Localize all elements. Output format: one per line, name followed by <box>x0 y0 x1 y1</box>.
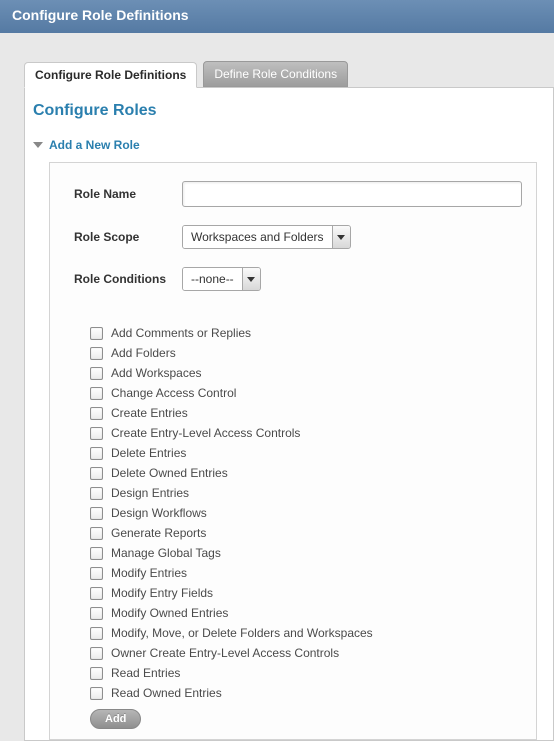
section-title: Configure Roles <box>33 102 537 120</box>
permission-label: Modify Entries <box>111 565 187 581</box>
permission-item: Add Comments or Replies <box>90 325 522 341</box>
page-header-title: Configure Role Definitions <box>12 7 189 23</box>
tab-configure-role-definitions[interactable]: Configure Role Definitions <box>24 62 197 88</box>
permission-checkbox[interactable] <box>90 507 103 520</box>
permission-label: Design Workflows <box>111 505 207 521</box>
permission-checkbox[interactable] <box>90 567 103 580</box>
permission-checkbox[interactable] <box>90 367 103 380</box>
tab-define-role-conditions[interactable]: Define Role Conditions <box>203 61 348 87</box>
row-role-scope: Role Scope Workspaces and Folders <box>74 225 522 249</box>
permission-label: Add Workspaces <box>111 365 202 381</box>
permission-item: Modify, Move, or Delete Folders and Work… <box>90 625 522 641</box>
permission-item: Add Workspaces <box>90 365 522 381</box>
permission-checkbox[interactable] <box>90 467 103 480</box>
permission-label: Add Comments or Replies <box>111 325 251 341</box>
accordion-label: Add a New Role <box>49 138 140 152</box>
permission-item: Add Folders <box>90 345 522 361</box>
permission-label: Owner Create Entry-Level Access Controls <box>111 645 339 661</box>
row-role-conditions: Role Conditions --none-- <box>74 267 522 291</box>
content-area: Configure Role Definitions Define Role C… <box>0 33 554 741</box>
permission-item: Modify Entries <box>90 565 522 581</box>
permission-checkbox[interactable] <box>90 687 103 700</box>
main-panel: Configure Roles Add a New Role Role Name… <box>24 87 554 741</box>
permission-checkbox[interactable] <box>90 347 103 360</box>
permission-label: Change Access Control <box>111 385 236 401</box>
permission-item: Modify Owned Entries <box>90 605 522 621</box>
permission-item: Manage Global Tags <box>90 545 522 561</box>
permission-label: Create Entries <box>111 405 188 421</box>
permission-checkbox[interactable] <box>90 527 103 540</box>
role-conditions-select[interactable]: --none-- <box>182 267 261 291</box>
chevron-down-icon <box>247 277 255 282</box>
permission-item: Generate Reports <box>90 525 522 541</box>
tab-row: Configure Role Definitions Define Role C… <box>24 61 554 87</box>
permission-label: Delete Owned Entries <box>111 465 228 481</box>
permission-checkbox[interactable] <box>90 647 103 660</box>
permission-item: Design Workflows <box>90 505 522 521</box>
permission-label: Modify Owned Entries <box>111 605 228 621</box>
permission-label: Modify Entry Fields <box>111 585 213 601</box>
role-form: Role Name Role Scope Workspaces and Fold… <box>49 162 537 740</box>
permission-item: Owner Create Entry-Level Access Controls <box>90 645 522 661</box>
permission-label: Modify, Move, or Delete Folders and Work… <box>111 625 373 641</box>
role-scope-value: Workspaces and Folders <box>183 226 332 248</box>
permission-item: Delete Entries <box>90 445 522 461</box>
row-role-name: Role Name <box>74 181 522 207</box>
permission-label: Add Folders <box>111 345 176 361</box>
page-header: Configure Role Definitions <box>0 0 554 33</box>
label-role-conditions: Role Conditions <box>74 272 182 286</box>
permission-checkbox[interactable] <box>90 447 103 460</box>
permission-item: Read Entries <box>90 665 522 681</box>
permission-item: Delete Owned Entries <box>90 465 522 481</box>
role-scope-select[interactable]: Workspaces and Folders <box>182 225 351 249</box>
add-button-label: Add <box>105 713 126 725</box>
chevron-down-icon <box>33 142 43 148</box>
permission-item: Create Entries <box>90 405 522 421</box>
permission-item: Create Entry-Level Access Controls <box>90 425 522 441</box>
permission-label: Manage Global Tags <box>111 545 221 561</box>
permission-checkbox[interactable] <box>90 387 103 400</box>
permission-checkbox[interactable] <box>90 627 103 640</box>
label-role-name: Role Name <box>74 187 182 201</box>
permission-checkbox[interactable] <box>90 327 103 340</box>
role-conditions-value: --none-- <box>183 268 242 290</box>
label-role-scope: Role Scope <box>74 230 182 244</box>
permissions-list: Add Comments or Replies Add Folders Add Wo… <box>90 325 522 701</box>
tab-label: Configure Role Definitions <box>35 68 186 82</box>
permission-label: Delete Entries <box>111 445 186 461</box>
add-button[interactable]: Add <box>90 709 141 729</box>
permission-checkbox[interactable] <box>90 487 103 500</box>
accordion-add-new-role[interactable]: Add a New Role <box>33 138 537 152</box>
permission-checkbox[interactable] <box>90 587 103 600</box>
permission-checkbox[interactable] <box>90 607 103 620</box>
permission-checkbox[interactable] <box>90 427 103 440</box>
permission-label: Read Entries <box>111 665 180 681</box>
dropdown-button[interactable] <box>242 268 260 290</box>
tab-label: Define Role Conditions <box>214 67 337 81</box>
permission-checkbox[interactable] <box>90 407 103 420</box>
permission-item: Modify Entry Fields <box>90 585 522 601</box>
dropdown-button[interactable] <box>332 226 350 248</box>
chevron-down-icon <box>337 235 345 240</box>
permission-label: Design Entries <box>111 485 189 501</box>
permission-item: Change Access Control <box>90 385 522 401</box>
permission-label: Create Entry-Level Access Controls <box>111 425 300 441</box>
role-name-input[interactable] <box>182 181 522 207</box>
permission-checkbox[interactable] <box>90 547 103 560</box>
permission-item: Design Entries <box>90 485 522 501</box>
permission-checkbox[interactable] <box>90 667 103 680</box>
permission-label: Generate Reports <box>111 525 206 541</box>
